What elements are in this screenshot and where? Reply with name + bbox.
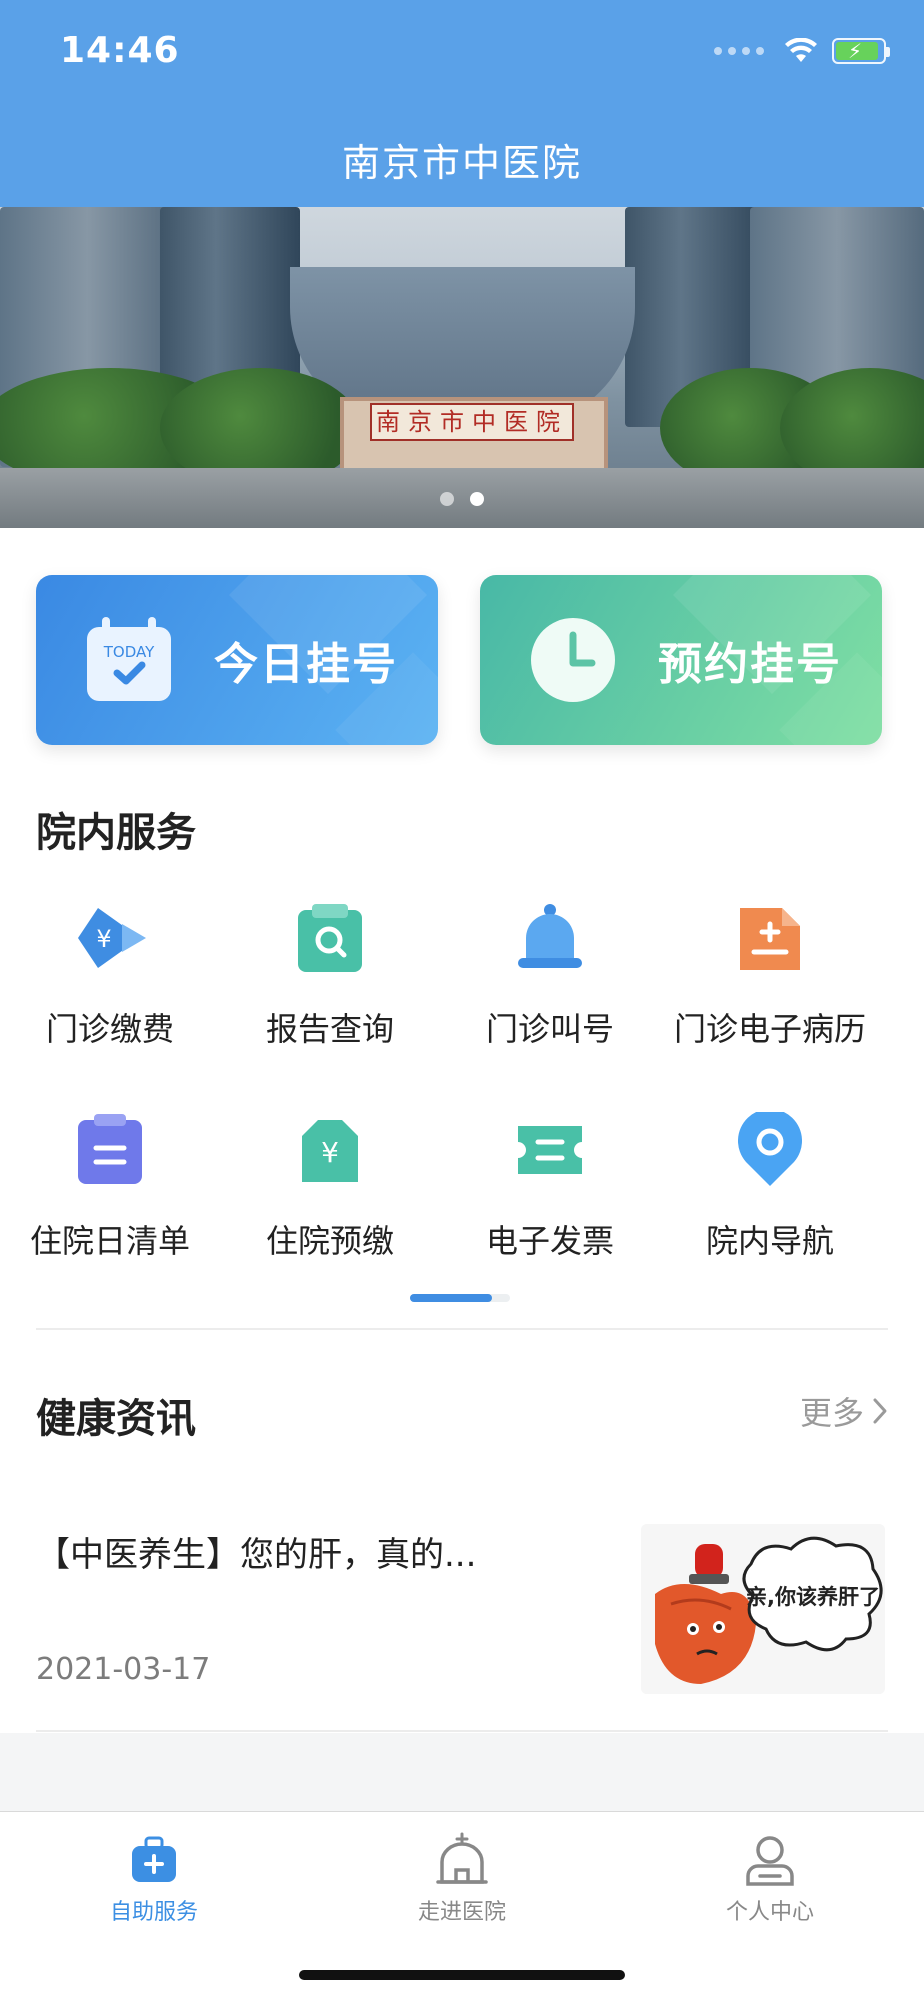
service-outpatient-payment[interactable]: ¥ 门诊缴费 <box>0 900 220 1050</box>
status-time: 14:46 <box>60 30 180 71</box>
divider <box>36 1328 888 1330</box>
tab-personal-center[interactable]: 个人中心 <box>670 1832 870 1926</box>
calendar-today-icon: TODAY <box>84 615 174 705</box>
service-page-indicator <box>410 1294 510 1302</box>
invoice-icon <box>512 1112 588 1188</box>
user-icon <box>742 1832 798 1888</box>
tab-label: 自助服务 <box>109 1900 198 1925</box>
banner-dot[interactable] <box>440 492 454 506</box>
svg-text:TODAY: TODAY <box>103 643 155 661</box>
report-search-icon <box>292 900 368 976</box>
app-header: 14:46 ⚡ 南京市中医院 <box>0 0 924 207</box>
svg-text:¥: ¥ <box>96 925 111 953</box>
home-indicator[interactable] <box>299 1970 625 1980</box>
service-label: 门诊缴费 <box>45 1010 174 1048</box>
appointment-registration-button[interactable]: 预约挂号 <box>480 575 882 745</box>
bell-icon <box>512 900 588 976</box>
payment-icon: ¥ <box>72 900 148 976</box>
service-label: 报告查询 <box>265 1010 394 1048</box>
banner-pager <box>0 492 924 506</box>
today-registration-button[interactable]: TODAY 今日挂号 <box>36 575 438 745</box>
battery-icon: ⚡ <box>832 38 890 64</box>
wifi-icon <box>785 38 817 62</box>
content-bottom-spacer <box>0 1733 924 1811</box>
daily-list-icon <box>72 1112 148 1188</box>
service-navigation[interactable]: 院内导航 <box>660 1108 880 1262</box>
news-item-date: 2021-03-17 <box>36 1652 211 1687</box>
signal-icon <box>714 47 764 55</box>
hospital-banner[interactable]: 南京市中医院 <box>0 207 924 528</box>
tab-label: 走进医院 <box>417 1900 506 1925</box>
hospital-icon <box>434 1832 490 1888</box>
medical-kit-icon <box>126 1832 182 1888</box>
page-title: 南京市中医院 <box>341 141 582 185</box>
more-label: 更多 <box>799 1394 864 1432</box>
news-item-title: 【中医养生】您的肝，真的... <box>36 1535 477 1575</box>
svg-text:¥: ¥ <box>321 1136 339 1169</box>
more-news-link[interactable]: 更多 <box>800 1388 888 1434</box>
service-report-query[interactable]: 报告查询 <box>220 900 440 1050</box>
service-label: 电子发票 <box>485 1222 614 1260</box>
service-inpatient-prepay[interactable]: ¥ 住院预缴 <box>220 1112 440 1262</box>
svg-text:亲,你该养肝了: 亲,你该养肝了 <box>746 1585 880 1609</box>
tab-self-service[interactable]: 自助服务 <box>54 1832 254 1926</box>
service-label: 住院预缴 <box>265 1222 394 1260</box>
service-label: 门诊叫号 <box>485 1010 614 1048</box>
appointment-registration-label: 预约挂号 <box>658 639 842 690</box>
status-icons: ⚡ <box>714 38 890 64</box>
divider <box>36 1730 888 1732</box>
medical-record-icon <box>732 900 808 976</box>
services-section-title: 院内服务 <box>36 810 196 856</box>
service-queue-call[interactable]: 门诊叫号 <box>440 900 660 1050</box>
news-thumbnail: 亲,你该养肝了 <box>641 1524 885 1694</box>
tab-about-hospital[interactable]: 走进医院 <box>362 1832 562 1926</box>
banner-dot-active[interactable] <box>470 492 484 506</box>
service-outpatient-record[interactable]: 门诊电子病历 <box>660 900 880 1050</box>
service-daily-list[interactable]: 住院日清单 <box>0 1112 220 1262</box>
prepay-icon: ¥ <box>292 1112 368 1188</box>
service-label: 门诊电子病历 <box>673 1010 866 1048</box>
tab-label: 个人中心 <box>725 1900 814 1925</box>
service-e-invoice[interactable]: 电子发票 <box>440 1112 660 1262</box>
news-section-title: 健康资讯 <box>36 1396 196 1442</box>
clock-icon <box>528 615 618 705</box>
service-label: 院内导航 <box>705 1222 834 1260</box>
service-label: 住院日清单 <box>29 1222 190 1260</box>
location-icon <box>732 1108 808 1188</box>
today-registration-label: 今日挂号 <box>214 639 398 690</box>
hospital-sign: 南京市中医院 <box>370 403 574 441</box>
chevron-right-icon <box>873 1398 887 1424</box>
